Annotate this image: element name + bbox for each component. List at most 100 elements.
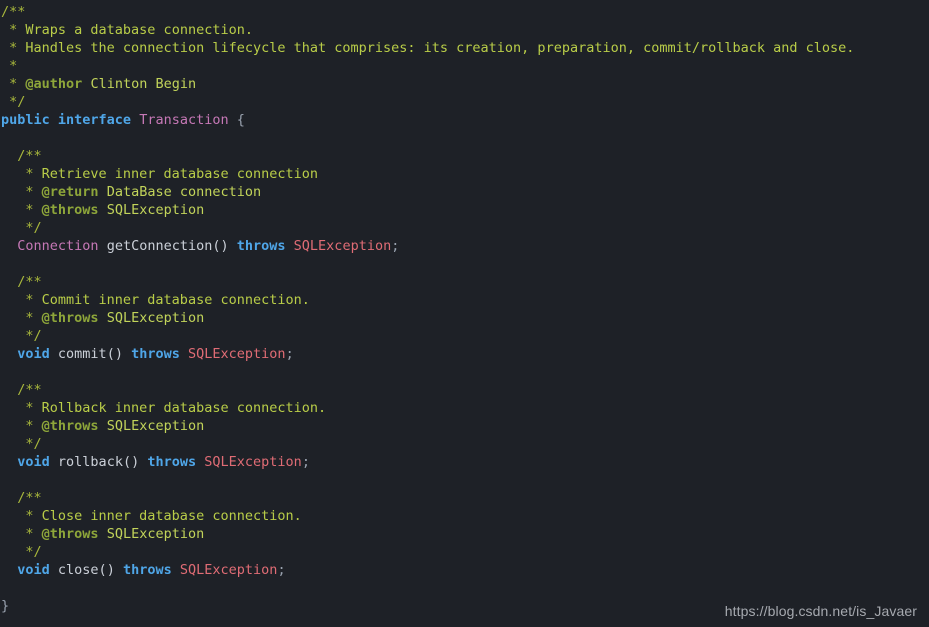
code-token-comment: [99, 202, 107, 218]
code-line[interactable]: * @throws SQLException: [0, 201, 929, 219]
code-token-comment: */: [1, 94, 26, 110]
code-token-comment: *: [1, 58, 18, 74]
code-line[interactable]: *: [0, 57, 929, 75]
watermark-url: https://blog.csdn.net/is_Javaer: [724, 603, 917, 619]
code-line[interactable]: void commit() throws SQLException;: [0, 345, 929, 363]
code-token-comment-text: Close inner database connection.: [41, 508, 302, 524]
code-line[interactable]: void rollback() throws SQLException;: [0, 453, 929, 471]
code-line[interactable]: * @throws SQLException: [0, 525, 929, 543]
code-line[interactable]: [0, 363, 929, 381]
code-token-punct: [1, 562, 17, 578]
code-token-punct: [286, 238, 294, 254]
code-token-comment: */: [1, 220, 42, 236]
code-line[interactable]: [0, 129, 929, 147]
code-token-comment-text: Retrieve inner database connection: [41, 166, 318, 182]
code-token-punct: [1, 346, 17, 362]
code-token-comment: [99, 184, 107, 200]
code-token-doctag: @throws: [41, 418, 99, 434]
code-token-punct: ;: [301, 454, 310, 470]
code-token-doctag: @throws: [41, 202, 99, 218]
code-line[interactable]: [0, 255, 929, 273]
code-line[interactable]: * @throws SQLException: [0, 309, 929, 327]
code-token-exception: SQLException: [179, 562, 278, 578]
code-token-doctag: @throws: [41, 526, 99, 542]
code-token-keyword: throws: [147, 454, 197, 470]
code-token-comment-text: Wraps a database connection.: [25, 22, 253, 38]
screenshot-root: /** * Wraps a database connection. * Han…: [0, 0, 929, 627]
code-token-keyword: throws: [122, 562, 172, 578]
code-line[interactable]: /**: [0, 381, 929, 399]
code-token-punct: [229, 112, 237, 128]
code-line[interactable]: public interface Transaction {: [0, 111, 929, 129]
code-line[interactable]: * @throws SQLException: [0, 417, 929, 435]
code-line[interactable]: * Commit inner database connection.: [0, 291, 929, 309]
code-token-doctext: SQLException: [106, 526, 205, 542]
code-token-doctext: SQLException: [106, 310, 205, 326]
code-line[interactable]: */: [0, 435, 929, 453]
code-line[interactable]: * Handles the connection lifecycle that …: [0, 39, 929, 57]
code-line[interactable]: * @author Clinton Begin: [0, 75, 929, 93]
code-line[interactable]: /**: [0, 3, 929, 21]
code-token-comment-text: Rollback inner database connection.: [41, 400, 327, 416]
code-line[interactable]: * Rollback inner database connection.: [0, 399, 929, 417]
code-token-punct: [131, 112, 139, 128]
code-line[interactable]: [0, 579, 929, 597]
code-line[interactable]: * Wraps a database connection.: [0, 21, 929, 39]
code-token-punct: [1, 454, 17, 470]
code-token-comment: *: [1, 166, 42, 182]
code-token-exception: SQLException: [204, 454, 302, 470]
code-line[interactable]: Connection getConnection() throws SQLExc…: [0, 237, 929, 255]
code-token-punct: [50, 562, 58, 578]
code-editor[interactable]: /** * Wraps a database connection. * Han…: [0, 0, 929, 627]
code-token-punct: {: [236, 112, 245, 128]
code-token-punct: [50, 346, 58, 362]
code-token-comment: /**: [1, 490, 42, 506]
code-token-type: Transaction: [139, 112, 229, 128]
code-token-comment: *: [1, 202, 42, 218]
code-token-comment: /**: [1, 4, 26, 20]
code-token-comment: /**: [1, 148, 42, 164]
code-line[interactable]: /**: [0, 489, 929, 507]
code-line[interactable]: */: [0, 219, 929, 237]
code-token-punct: ;: [277, 562, 286, 578]
code-line[interactable]: * @return DataBase connection: [0, 183, 929, 201]
code-token-doctag: @return: [41, 184, 99, 200]
code-token-punct: [99, 238, 107, 254]
code-line[interactable]: * Close inner database connection.: [0, 507, 929, 525]
code-token-doctext: SQLException: [106, 202, 205, 218]
code-token-punct: [229, 238, 237, 254]
code-token-punct: [172, 562, 180, 578]
code-token-ident: getConnection(): [106, 238, 229, 254]
code-token-type: Connection: [17, 238, 99, 254]
code-line[interactable]: /**: [0, 147, 929, 165]
code-token-punct: [115, 562, 123, 578]
code-token-comment-text: Handles the connection lifecycle that co…: [25, 40, 855, 56]
code-line[interactable]: * Retrieve inner database connection: [0, 165, 929, 183]
code-token-doctext: SQLException: [106, 418, 205, 434]
code-token-keyword: public interface: [1, 112, 132, 128]
code-line[interactable]: /**: [0, 273, 929, 291]
code-token-comment: */: [1, 544, 42, 560]
code-line[interactable]: [0, 471, 929, 489]
code-token-comment: */: [1, 436, 42, 452]
code-token-comment: *: [1, 292, 42, 308]
code-token-comment: *: [1, 418, 42, 434]
code-line[interactable]: */: [0, 327, 929, 345]
code-token-punct: }: [1, 598, 10, 614]
code-token-ident: commit(): [57, 346, 123, 362]
code-token-comment: */: [1, 328, 42, 344]
code-token-keyword: throws: [236, 238, 286, 254]
code-token-comment: [99, 310, 107, 326]
code-line[interactable]: */: [0, 543, 929, 561]
code-token-comment: *: [1, 508, 42, 524]
code-token-comment: [99, 526, 107, 542]
code-token-ident: rollback(): [57, 454, 140, 470]
code-token-keyword: void: [17, 454, 50, 470]
code-token-doctag: @author: [25, 76, 83, 92]
code-token-comment: *: [1, 400, 42, 416]
code-line[interactable]: void close() throws SQLException;: [0, 561, 929, 579]
code-line[interactable]: */: [0, 93, 929, 111]
code-token-keyword: void: [17, 562, 50, 578]
code-token-doctag: @throws: [41, 310, 99, 326]
code-token-punct: ;: [285, 346, 294, 362]
